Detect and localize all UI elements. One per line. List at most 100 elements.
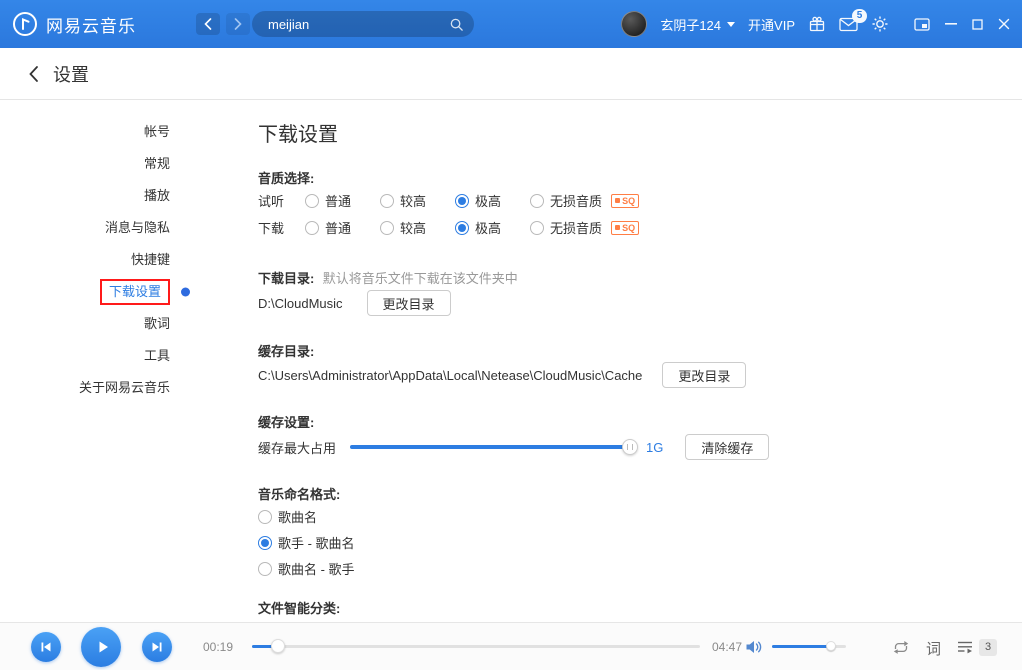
cache-size-slider[interactable] (350, 445, 630, 449)
total-time: 04:47 (712, 640, 742, 654)
radio-circle (455, 221, 469, 235)
settings-nav: 帐号 常规 播放 消息与隐私 快捷键 下载设置 歌词 工具 关于网易云音乐 (0, 100, 190, 404)
settings-icon[interactable] (871, 15, 889, 33)
vip-link[interactable]: 开通VIP (748, 15, 795, 34)
sidebar-item-playback[interactable]: 播放 (0, 180, 190, 212)
logo-icon (12, 11, 38, 37)
radio-circle (305, 221, 319, 235)
volume-fill (772, 645, 832, 648)
avatar[interactable] (621, 11, 647, 37)
sidebar-item-lyrics[interactable]: 歌词 (0, 308, 190, 340)
mini-mode-icon[interactable] (914, 18, 930, 31)
sidebar-item-about[interactable]: 关于网易云音乐 (0, 372, 190, 404)
player-bar: 00:19 04:47 词 3 (0, 622, 1022, 670)
close-button[interactable] (998, 18, 1010, 30)
app-title: 网易云音乐 (46, 12, 136, 37)
search-box[interactable] (252, 11, 474, 37)
radio-label: 较高 (400, 218, 426, 237)
window-controls (914, 18, 1010, 31)
cache-slider-knob[interactable] (622, 439, 638, 455)
sidebar-item-tools[interactable]: 工具 (0, 340, 190, 372)
cache-settings-label: 缓存设置: (258, 412, 314, 431)
sq-vip-badge: SQ (611, 221, 639, 235)
naming-option-row: 歌曲名 (258, 507, 346, 526)
minimize-button[interactable] (945, 23, 957, 25)
radio-label: 极高 (475, 191, 501, 210)
clear-cache-button[interactable]: 清除缓存 (685, 434, 769, 460)
radio-listen-extreme[interactable]: 极高 (455, 191, 501, 210)
cache-settings-row: 缓存最大占用 1G 清除缓存 (258, 434, 769, 460)
volume-icon[interactable] (745, 640, 763, 659)
radio-naming-artist-song[interactable]: 歌手 - 歌曲名 (258, 533, 355, 552)
radio-download-standard[interactable]: 普通 (305, 218, 351, 237)
playlist-count-badge[interactable]: 3 (979, 639, 997, 656)
radio-circle (380, 221, 394, 235)
volume-slider[interactable] (772, 645, 846, 648)
radio-circle (530, 221, 544, 235)
radio-label: 歌曲名 - 歌手 (278, 559, 355, 578)
play-button[interactable] (81, 627, 121, 667)
radio-listen-lossless[interactable]: 无损音质 (530, 191, 602, 210)
user-menu[interactable]: 玄阴子124 (660, 15, 735, 34)
radio-label: 极高 (475, 218, 501, 237)
mail-button[interactable]: 5 (839, 17, 858, 32)
topbar: 网易云音乐 玄阴子124 开通VIP (0, 0, 1022, 48)
radio-circle (258, 562, 272, 576)
file-classification-label: 文件智能分类: (258, 598, 340, 617)
progress-bar[interactable] (252, 645, 700, 648)
repeat-icon[interactable] (892, 640, 910, 655)
gift-icon[interactable] (808, 15, 826, 33)
lyrics-button[interactable]: 词 (926, 638, 941, 659)
cache-size-value: 1G (646, 440, 663, 455)
sidebar-item-download-settings[interactable]: 下载设置 (0, 276, 190, 308)
naming-format-label: 音乐命名格式: (258, 484, 340, 503)
chevron-down-icon (727, 22, 735, 27)
back-arrow-icon[interactable] (28, 65, 39, 83)
forward-button[interactable] (226, 13, 250, 35)
sidebar-item-shortcuts[interactable]: 快捷键 (0, 244, 190, 276)
change-download-dir-button[interactable]: 更改目录 (367, 290, 451, 316)
radio-listen-higher[interactable]: 较高 (380, 191, 426, 210)
radio-label: 歌手 - 歌曲名 (278, 533, 355, 552)
sidebar-item-general[interactable]: 常规 (0, 148, 190, 180)
naming-option-row: 歌曲名 - 歌手 (258, 559, 384, 578)
download-dir-row: D:\CloudMusic 更改目录 (258, 290, 451, 316)
download-dir-label: 下载目录: (258, 271, 314, 286)
quality-row-download: 下载 普通 较高 极高 无损音质 SQ (258, 218, 639, 237)
radio-label: 歌曲名 (278, 507, 317, 526)
download-settings-panel: 下载设置 音质选择: 试听 普通 较高 极高 无损音质 SQ 下载 普通 较高 … (258, 100, 998, 622)
cache-dir-row: C:\Users\Administrator\AppData\Local\Net… (258, 362, 746, 388)
radio-listen-standard[interactable]: 普通 (305, 191, 351, 210)
app-window: 网易云音乐 玄阴子124 开通VIP (0, 0, 1022, 670)
radio-download-lossless[interactable]: 无损音质 (530, 218, 602, 237)
radio-label: 较高 (400, 191, 426, 210)
progress-knob[interactable] (271, 639, 285, 653)
next-track-button[interactable] (142, 632, 172, 662)
username: 玄阴子124 (660, 15, 721, 34)
back-button[interactable] (196, 13, 220, 35)
radio-download-extreme[interactable]: 极高 (455, 218, 501, 237)
search-icon[interactable] (449, 17, 464, 32)
change-cache-dir-button[interactable]: 更改目录 (662, 362, 746, 388)
sidebar-item-account[interactable]: 帐号 (0, 116, 190, 148)
maximize-button[interactable] (972, 19, 983, 30)
current-time: 00:19 (203, 640, 233, 654)
page-header: 设置 (0, 48, 1022, 100)
app-logo[interactable]: 网易云音乐 (12, 0, 136, 48)
download-dir-header: 下载目录: 默认将音乐文件下载在该文件夹中 (258, 268, 518, 288)
radio-naming-song[interactable]: 歌曲名 (258, 507, 317, 526)
radio-naming-song-artist[interactable]: 歌曲名 - 歌手 (258, 559, 355, 578)
sidebar-item-privacy[interactable]: 消息与隐私 (0, 212, 190, 244)
radio-label: 普通 (325, 218, 351, 237)
playlist-icon[interactable] (957, 640, 973, 654)
radio-download-higher[interactable]: 较高 (380, 218, 426, 237)
volume-knob[interactable] (826, 641, 836, 651)
section-title: 下载设置 (258, 118, 338, 147)
topbar-right: 玄阴子124 开通VIP 5 (621, 0, 1010, 48)
cache-size-label: 缓存最大占用 (258, 438, 336, 457)
quality-label: 音质选择: (258, 168, 314, 187)
search-input[interactable] (266, 16, 449, 33)
cache-dir-path: C:\Users\Administrator\AppData\Local\Net… (258, 368, 642, 383)
radio-circle (455, 194, 469, 208)
previous-track-button[interactable] (31, 632, 61, 662)
